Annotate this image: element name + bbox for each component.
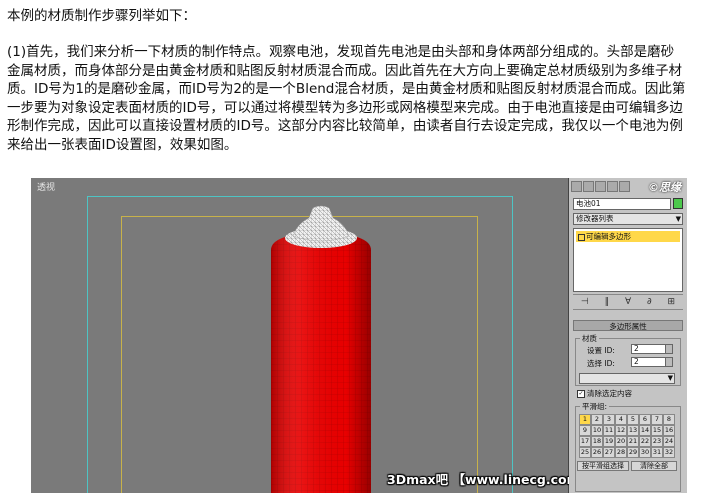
smoothing-group-18[interactable]: 18 <box>591 436 603 447</box>
smoothing-group-13[interactable]: 13 <box>627 425 639 436</box>
stack-item-editable-poly[interactable]: 可编辑多边形 <box>576 231 680 242</box>
modifier-stack[interactable]: 可编辑多边形 <box>573 228 683 292</box>
smoothing-group-25[interactable]: 25 <box>579 447 591 458</box>
smoothing-group-2[interactable]: 2 <box>591 414 603 425</box>
smoothing-group-label: 平滑组: <box>580 401 610 412</box>
stack-toolbar: ⊣ ‖ ∀ ∂ ⊞ <box>573 294 683 310</box>
pin-stack-icon[interactable]: ⊣ <box>581 297 589 307</box>
smoothing-group-31[interactable]: 31 <box>651 447 663 458</box>
smoothing-group-5[interactable]: 5 <box>627 414 639 425</box>
set-id-value: 2 <box>634 344 639 353</box>
smoothing-group-12[interactable]: 12 <box>615 425 627 436</box>
smoothing-group-9[interactable]: 9 <box>579 425 591 436</box>
smoothing-group-23[interactable]: 23 <box>651 436 663 447</box>
panel-tabs <box>571 181 631 193</box>
object-name-field[interactable]: 电池01 <box>573 198 671 210</box>
intro-line: 本例的材质制作步骤列举如下： <box>7 8 196 24</box>
smoothing-group-10[interactable]: 10 <box>591 425 603 436</box>
object-color-swatch[interactable] <box>673 198 683 209</box>
battery-body <box>271 232 371 493</box>
clear-selection-label: 清除选定内容 <box>587 389 632 398</box>
checkmark-icon: ✓ <box>577 390 585 398</box>
motion-tab[interactable] <box>607 181 618 192</box>
set-id-label: 设置 ID: <box>587 346 615 355</box>
smoothing-group-26[interactable]: 26 <box>591 447 603 458</box>
smoothing-grid: 1 2 3 4 5 6 7 8 9 10 11 12 13 14 15 16 17 18 19 20 21 22 23 24 2… <box>579 414 675 458</box>
smoothing-group-15[interactable]: 15 <box>651 425 663 436</box>
hierarchy-tab[interactable] <box>595 181 606 192</box>
smoothing-group-7[interactable]: 7 <box>651 414 663 425</box>
display-tab[interactable] <box>619 181 630 192</box>
chevron-down-icon: ▼ <box>667 374 673 382</box>
battery-model[interactable] <box>31 178 568 493</box>
battery-cap <box>285 205 357 248</box>
create-tab[interactable] <box>571 181 582 192</box>
command-panel: ©思缘 电池01 修改器列表 ▼ 可编辑多边形 ⊣ ‖ ∀ ∂ ⊞ 多边形属性 … <box>569 178 687 493</box>
rollout-header[interactable]: 多边形属性 <box>573 320 683 331</box>
smoothing-group-19[interactable]: 19 <box>603 436 615 447</box>
material-group-label: 材质 <box>580 333 599 344</box>
configure-icon[interactable]: ⊞ <box>667 297 675 307</box>
select-by-smooth-button[interactable]: 按平滑组选择 <box>577 461 629 471</box>
clear-all-button[interactable]: 清除全部 <box>631 461 677 471</box>
select-id-label: 选择 ID: <box>587 359 615 368</box>
perspective-viewport[interactable]: 透视 3Dmax吧 【www.linecg.com/tieba/07】 <box>31 178 655 493</box>
article-paragraph: (1)首先，我们来分析一下材质的制作特点。观察电池，发现首先电池是由头部和身体两… <box>7 44 686 153</box>
smoothing-group-1[interactable]: 1 <box>579 414 591 425</box>
smoothing-group-20[interactable]: 20 <box>615 436 627 447</box>
smoothing-group-14[interactable]: 14 <box>639 425 651 436</box>
smoothing-group-6[interactable]: 6 <box>639 414 651 425</box>
smoothing-group-17[interactable]: 17 <box>579 436 591 447</box>
smoothing-group-24[interactable]: 24 <box>663 436 675 447</box>
smoothing-group-16[interactable]: 16 <box>663 425 675 436</box>
smoothing-group-11[interactable]: 11 <box>603 425 615 436</box>
stack-item-label: 可编辑多边形 <box>586 232 631 241</box>
smoothing-group-8[interactable]: 8 <box>663 414 675 425</box>
chevron-down-icon: ▼ <box>675 215 681 223</box>
clear-selection-checkbox[interactable]: ✓ 清除选定内容 <box>577 388 632 399</box>
smoothing-group-22[interactable]: 22 <box>639 436 651 447</box>
spinner-arrows-icon[interactable] <box>665 345 672 353</box>
max-screenshot: 透视 3Dmax吧 【www.linecg.com/tieba/07】 ©思缘 … <box>31 178 687 493</box>
set-id-spinner[interactable]: 2 <box>631 344 673 354</box>
smoothing-group-28[interactable]: 28 <box>615 447 627 458</box>
bullet-icon <box>578 234 585 241</box>
material-name-dropdown[interactable]: ▼ <box>579 373 675 384</box>
site-logo: ©思缘 <box>648 181 681 194</box>
smoothing-group-4[interactable]: 4 <box>615 414 627 425</box>
show-end-result-icon[interactable]: ‖ <box>605 297 610 307</box>
modifier-list-label: 修改器列表 <box>576 214 614 223</box>
smoothing-group-27[interactable]: 27 <box>603 447 615 458</box>
make-unique-icon[interactable]: ∀ <box>625 297 631 307</box>
smoothing-group-30[interactable]: 30 <box>639 447 651 458</box>
modifier-list-dropdown[interactable]: 修改器列表 ▼ <box>573 213 683 225</box>
remove-modifier-icon[interactable]: ∂ <box>647 297 652 307</box>
smoothing-group-3[interactable]: 3 <box>603 414 615 425</box>
smoothing-group-29[interactable]: 29 <box>627 447 639 458</box>
smoothing-group-21[interactable]: 21 <box>627 436 639 447</box>
select-id-value: 2 <box>634 357 639 366</box>
smoothing-group-32[interactable]: 32 <box>663 447 675 458</box>
modify-tab[interactable] <box>583 181 594 192</box>
select-id-spinner[interactable]: 2 <box>631 357 673 367</box>
spinner-arrows-icon[interactable] <box>665 358 672 366</box>
